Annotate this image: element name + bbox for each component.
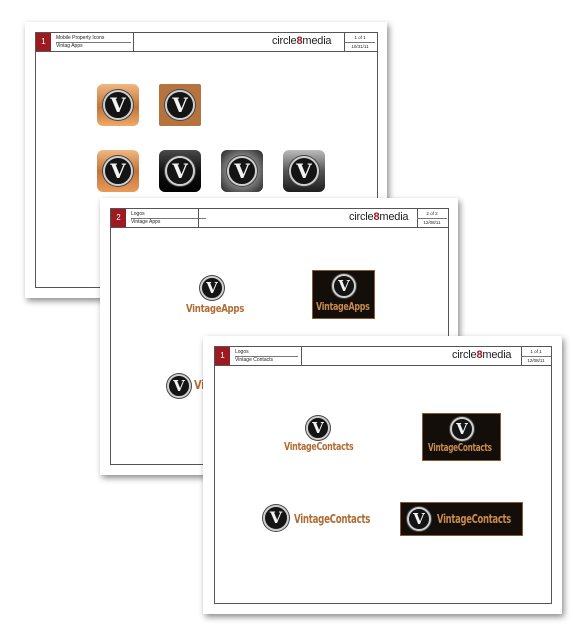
vintage-apps-wordmark: VintageApps (186, 302, 245, 315)
vintage-contacts-emblem: V (450, 417, 474, 441)
vintage-contacts-emblem: V (306, 416, 330, 440)
page-number-badge: 1 (215, 347, 230, 365)
sheet-vintage-contacts-logos: 1 Logos Vintage Contacts circle8media 1 … (203, 336, 562, 614)
vintage-contacts-wordmark: VintageContacts (284, 440, 354, 453)
brand-logo: circle8media (349, 211, 409, 223)
vintage-contacts-wordmark: VintageContacts (437, 512, 512, 526)
sheet-title: Logos (131, 210, 206, 219)
vintage-contacts-dark-logo: V VintageContacts (422, 413, 501, 461)
sheet-subtitle: Vintage Contacts (235, 357, 273, 363)
vintage-apps-emblem: V (200, 276, 224, 300)
page-number-badge: 2 (111, 209, 126, 227)
sheet-header: 2 Logos Vintage Apps circle8media 2 of 2… (111, 209, 448, 228)
app-icon-copper-round: V (97, 150, 139, 192)
vintage-apps-emblem: V (332, 274, 356, 298)
vintage-contacts-wordmark: VintageContacts (428, 441, 492, 454)
page-number-badge: 1 (36, 33, 51, 51)
sheet-subtitle: Vintage Apps (131, 219, 161, 225)
sheet-header: 1 Logos Vintage Contacts circle8media 1 … (215, 347, 551, 366)
vintage-contacts-emblem: V (263, 505, 289, 531)
page-count: 2 of 2 (417, 210, 447, 219)
vintage-contacts-emblem: V (407, 507, 431, 531)
sheet-title: Logos (235, 348, 298, 357)
brand-logo: circle8media (272, 35, 332, 47)
app-icon-silver-gloss: V (283, 150, 325, 192)
sheet-subtitle: Vintag Apps (56, 43, 83, 49)
sheet-header: 1 Mobile Property Icons Vintag Apps circ… (36, 33, 377, 52)
sheet-frame: 1 Logos Vintage Contacts circle8media 1 … (214, 346, 552, 604)
sheet-date: 12/08/11 (423, 220, 441, 225)
vintage-contacts-dark-horizontal-logo: V VintageContacts (400, 502, 523, 536)
vintage-apps-wordmark: VintageApps (316, 300, 370, 313)
page-count: 1 of 1 (345, 34, 375, 43)
vintage-apps-emblem: V (167, 374, 191, 398)
app-icon-copper-gloss: V (97, 84, 139, 126)
app-icon-copper-flat: V (159, 84, 201, 126)
app-icon-chrome-radial: V (221, 150, 263, 192)
vintage-contacts-wordmark: VintageContacts (294, 512, 371, 526)
app-icon-black-gloss: V (159, 150, 201, 192)
sheet-title: Mobile Property Icons (56, 34, 131, 43)
sheet-date: 10/31/11 (351, 44, 369, 49)
brand-logo: circle8media (452, 349, 512, 361)
vintage-apps-dark-logo: V VintageApps (312, 270, 375, 319)
sheet-date: 12/08/11 (527, 358, 545, 363)
page-count: 1 of 1 (521, 348, 551, 357)
